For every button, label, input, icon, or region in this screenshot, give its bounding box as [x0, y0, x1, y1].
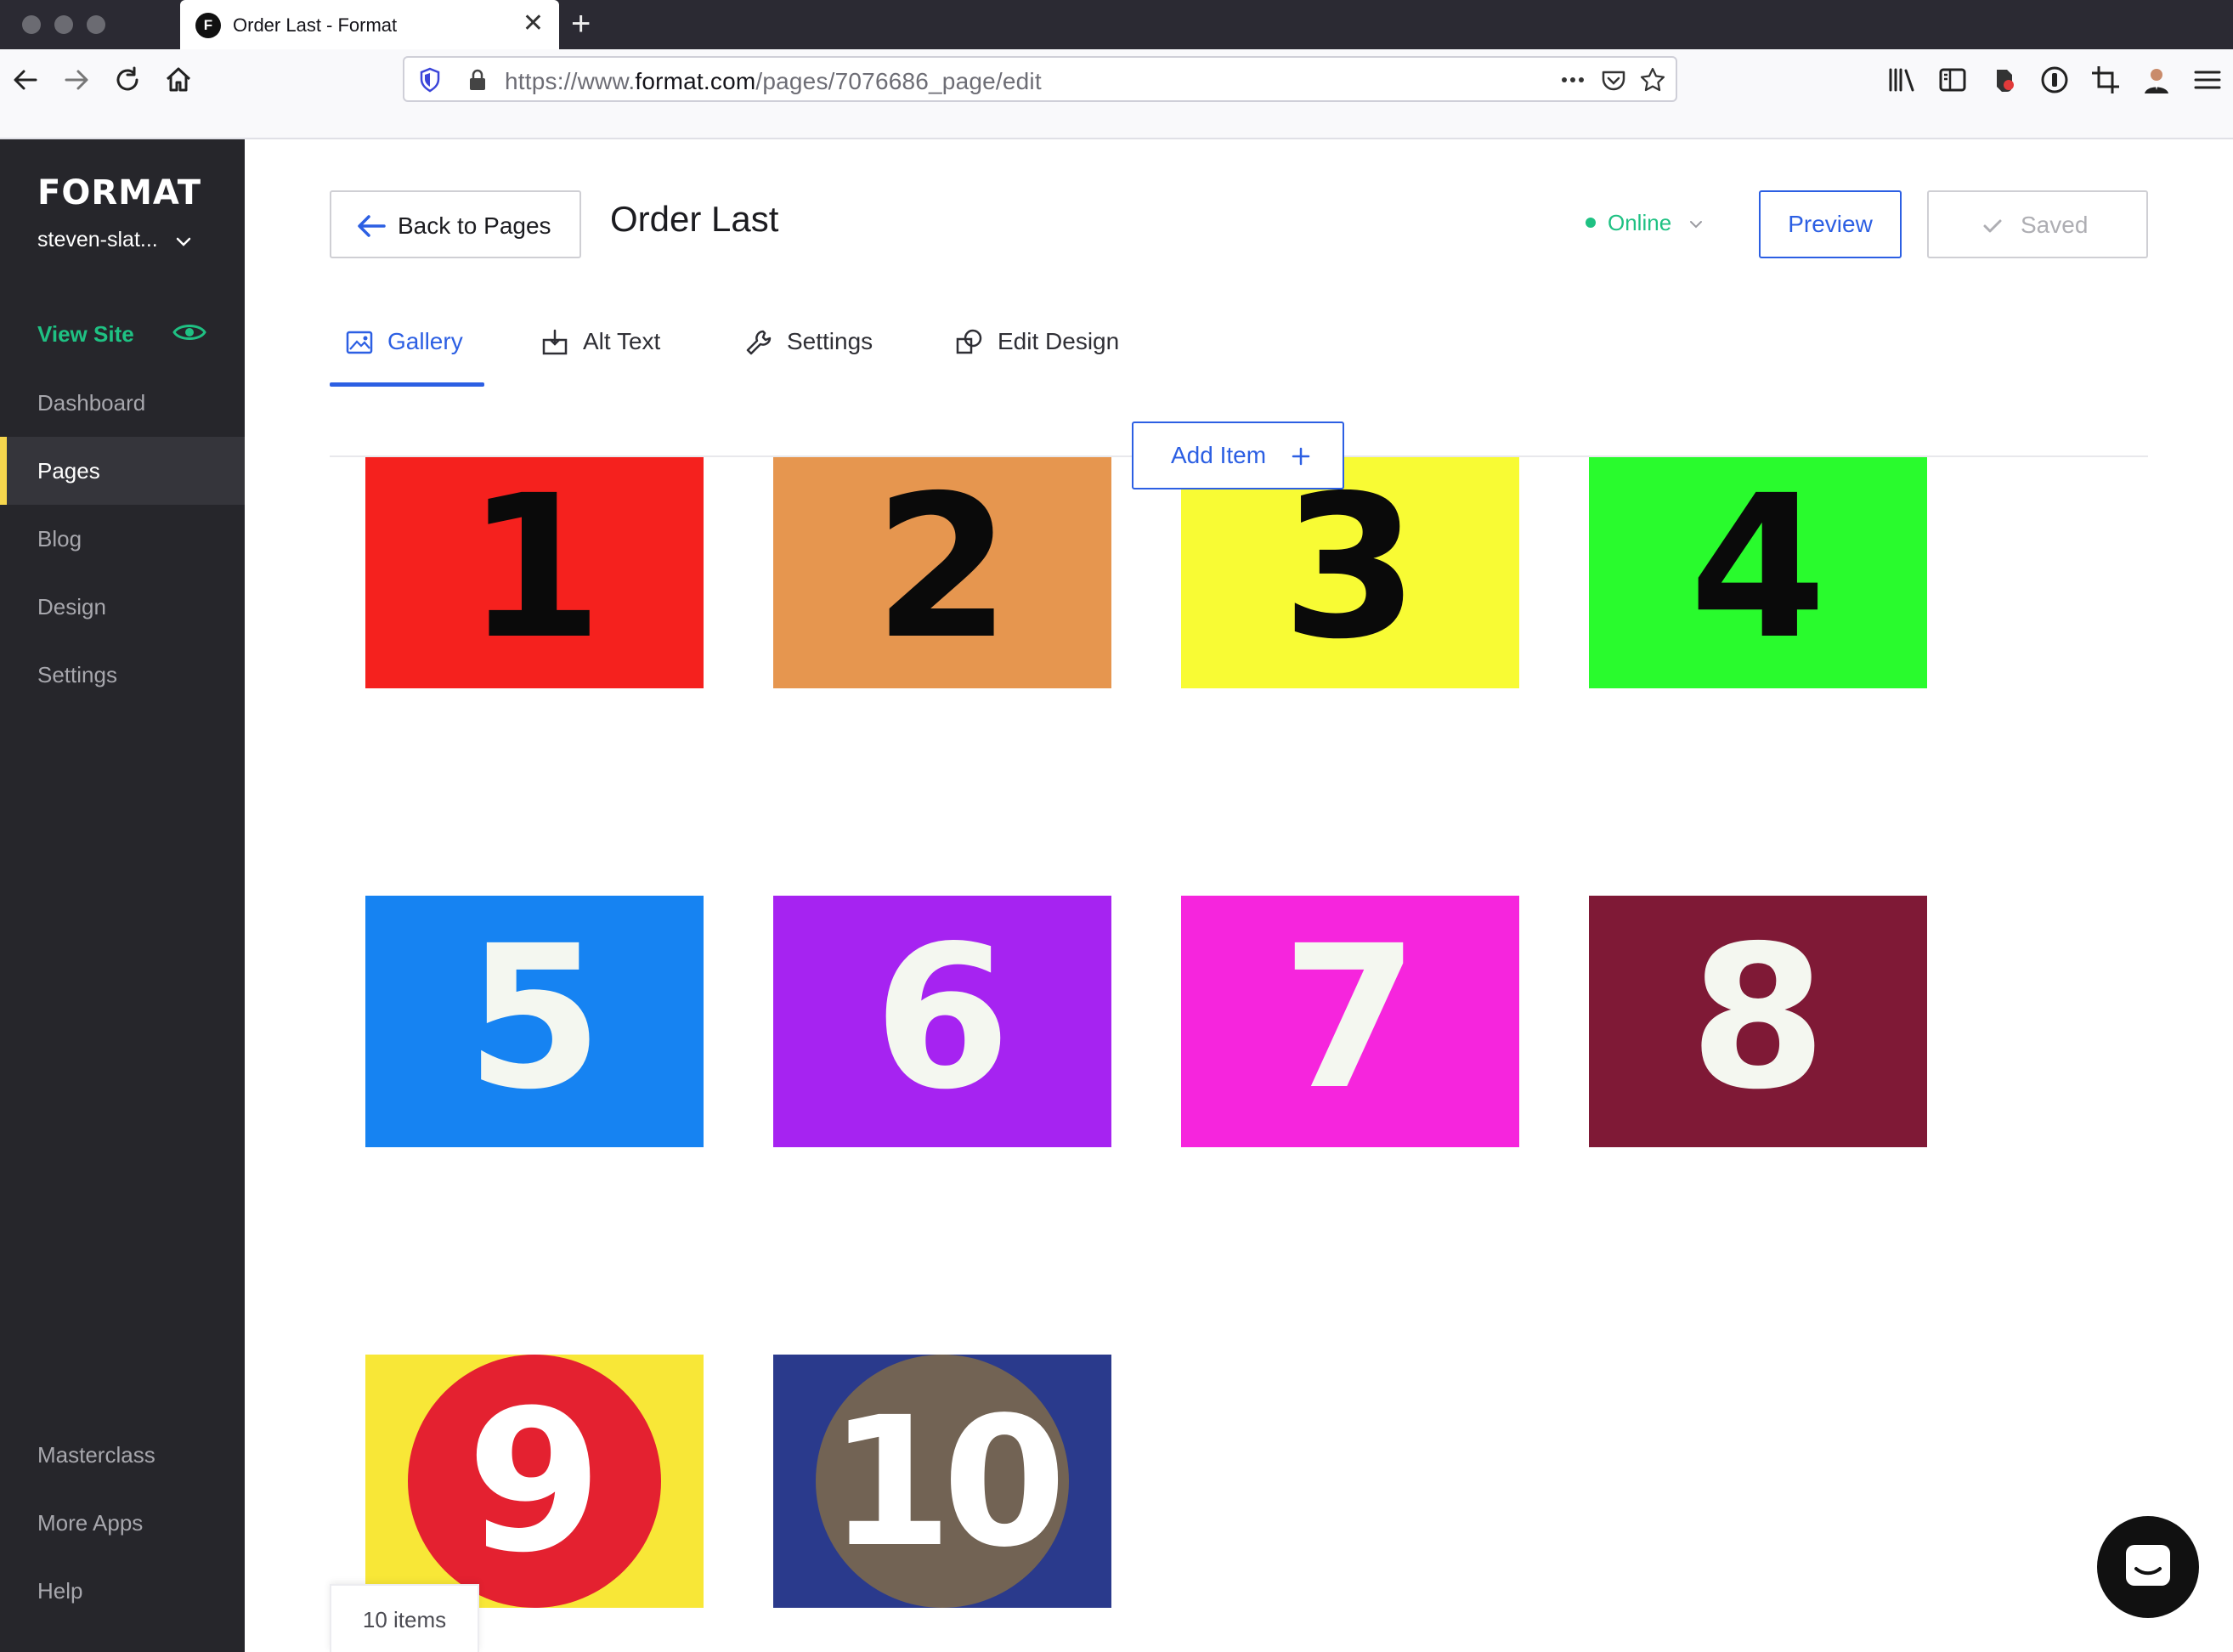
pocket-icon[interactable]: [1599, 65, 1628, 94]
gallery-item-number: 1: [466, 457, 603, 682]
page-title: Order Last: [610, 199, 779, 239]
home-icon[interactable]: [161, 63, 195, 97]
gallery-item-number: 9: [466, 1369, 603, 1596]
gallery-item-number: 7: [1281, 903, 1419, 1133]
evernote-icon[interactable]: [1987, 63, 2021, 97]
gallery-item-number: 10: [828, 1378, 1066, 1587]
back-arrow-icon[interactable]: [8, 63, 42, 97]
gallery-item-10[interactable]: 10: [773, 1355, 1111, 1608]
format-favicon-icon: F: [195, 13, 221, 38]
gallery-item-number: 6: [873, 903, 1011, 1133]
hamburger-menu-icon[interactable]: [2191, 63, 2225, 97]
gallery-item-4[interactable]: 4: [1589, 457, 1927, 688]
view-site-link[interactable]: View Site: [37, 321, 134, 348]
sidebar-item-more-apps[interactable]: More Apps: [0, 1489, 245, 1557]
profile-avatar-icon[interactable]: [2140, 63, 2174, 97]
gallery-item-3[interactable]: 3: [1181, 457, 1519, 688]
sidebar-item-dashboard[interactable]: Dashboard: [0, 369, 245, 437]
forward-arrow-icon[interactable]: [59, 63, 93, 97]
page-actions-icon[interactable]: [1558, 65, 1587, 94]
gallery-item-8[interactable]: 8: [1589, 896, 1927, 1147]
page-editor: Back to Pages Order Last Online Preview …: [245, 139, 2233, 1652]
gallery-item-number: 8: [1689, 903, 1827, 1133]
address-bar[interactable]: https://www.format.com/pages/7076686_pag…: [403, 56, 1677, 102]
gallery-item-6[interactable]: 6: [773, 896, 1111, 1147]
chat-launcher-button[interactable]: [2097, 1516, 2199, 1618]
left-arrow-icon: [357, 214, 386, 238]
account-switcher[interactable]: steven-slat...: [37, 228, 158, 252]
sidebar-item-design[interactable]: Design: [0, 573, 245, 641]
saved-label: Saved: [2021, 212, 2089, 238]
item-count-badge: 10 items: [330, 1584, 479, 1652]
back-to-pages-label: Back to Pages: [398, 212, 551, 239]
back-to-pages-button[interactable]: Back to Pages: [330, 190, 581, 258]
crop-screenshot-icon[interactable]: [2089, 63, 2123, 97]
checkmark-icon: [1981, 215, 2004, 237]
gallery-item-2[interactable]: 2: [773, 457, 1111, 688]
tab-edit-design-label: Edit Design: [998, 328, 1120, 354]
online-status-dot: [1586, 218, 1596, 228]
tracking-shield-icon[interactable]: [416, 66, 444, 93]
browser-toolbar: https://www.format.com/pages/7076686_pag…: [0, 49, 2233, 139]
image-icon: [345, 328, 374, 357]
preview-button[interactable]: Preview: [1759, 190, 1902, 258]
password-manager-icon[interactable]: [2038, 63, 2072, 97]
sidebar-item-settings[interactable]: Settings: [0, 641, 245, 709]
sidebar-item-masterclass[interactable]: Masterclass: [0, 1421, 245, 1489]
sidebar-item-blog[interactable]: Blog: [0, 505, 245, 573]
tab-gallery-label: Gallery: [387, 328, 463, 354]
browser-tab[interactable]: F Order Last - Format ✕: [180, 0, 559, 49]
gallery-item-7[interactable]: 7: [1181, 896, 1519, 1147]
gallery-item-number: 2: [873, 457, 1011, 682]
add-item-label: Add Item: [1171, 442, 1267, 468]
chevron-down-icon[interactable]: [1686, 214, 1706, 235]
gallery-item-5[interactable]: 5: [365, 896, 704, 1147]
new-tab-icon[interactable]: +: [571, 5, 591, 42]
gallery-item-9[interactable]: 9: [365, 1355, 704, 1608]
browser-tab-strip: F Order Last - Format ✕ +: [0, 0, 2233, 49]
chevron-down-icon[interactable]: [173, 231, 194, 252]
window-zoom-dot[interactable]: [87, 15, 105, 34]
eye-icon[interactable]: [172, 320, 207, 345]
shapes-icon: [955, 328, 984, 357]
tab-settings-label: Settings: [787, 328, 873, 354]
chat-icon: [2126, 1545, 2170, 1586]
wrench-icon: [744, 328, 773, 357]
library-icon[interactable]: [1885, 63, 1919, 97]
window-close-dot[interactable]: [22, 15, 41, 34]
window-minimize-dot[interactable]: [54, 15, 73, 34]
gallery-item-1[interactable]: 1: [365, 457, 704, 688]
gallery-item-number: 4: [1689, 457, 1827, 682]
bookmark-star-icon[interactable]: [1638, 65, 1667, 94]
close-tab-icon[interactable]: ✕: [523, 8, 544, 39]
sidebar-item-help[interactable]: Help: [0, 1557, 245, 1625]
plus-icon: [1290, 445, 1312, 467]
reload-icon[interactable]: [110, 63, 144, 97]
sidebar-item-pages[interactable]: Pages: [0, 437, 245, 505]
gallery-item-number: 3: [1281, 457, 1419, 682]
active-tab-indicator: [330, 382, 484, 387]
status-dropdown[interactable]: Online: [1608, 210, 1671, 236]
saved-button[interactable]: Saved: [1927, 190, 2148, 258]
gallery-item-number: 5: [466, 903, 603, 1133]
browser-tab-title: Order Last - Format: [233, 14, 398, 36]
tab-alt-text-label: Alt Text: [583, 328, 661, 354]
lock-icon[interactable]: [464, 66, 491, 93]
alt-text-icon: [540, 328, 569, 357]
sidebar-toggle-icon[interactable]: [1936, 63, 1970, 97]
app-sidebar: FORMAT steven-slat... View Site Dashboar…: [0, 139, 245, 1652]
format-logo[interactable]: FORMAT: [37, 173, 201, 212]
add-item-button[interactable]: Add Item: [1132, 421, 1344, 489]
url-text: https://www.format.com/pages/7076686_pag…: [505, 68, 1042, 94]
